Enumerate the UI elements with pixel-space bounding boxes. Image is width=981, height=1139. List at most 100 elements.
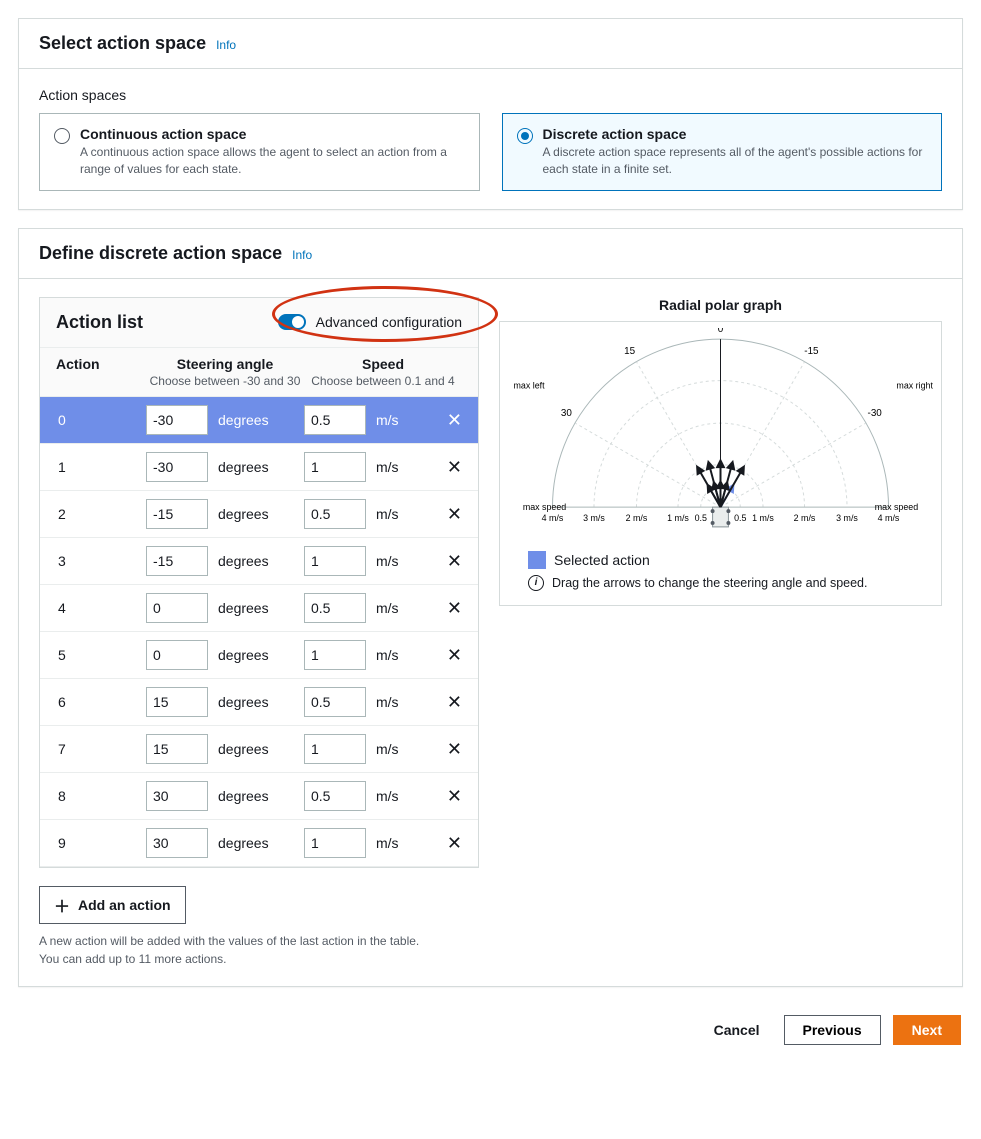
table-row[interactable]: 7 degrees m/s ✕ <box>40 726 478 773</box>
delete-row-icon[interactable]: ✕ <box>447 458 462 476</box>
delete-row-icon[interactable]: ✕ <box>447 646 462 664</box>
svg-text:1 m/s: 1 m/s <box>667 513 689 523</box>
radio-title: Continuous action space <box>80 126 465 142</box>
radial-title: Radial polar graph <box>499 297 942 313</box>
ms-unit: m/s <box>376 694 399 710</box>
next-button[interactable]: Next <box>893 1015 961 1045</box>
speed-cell: m/s ✕ <box>304 640 462 670</box>
degrees-unit: degrees <box>218 694 269 710</box>
svg-text:15: 15 <box>624 346 635 357</box>
row-index: 3 <box>56 553 146 569</box>
svg-text:0.5: 0.5 <box>734 513 746 523</box>
steering-cell: degrees <box>146 640 304 670</box>
info-link[interactable]: Info <box>292 248 312 262</box>
define-discrete-action-space-panel: Define discrete action space Info Action… <box>18 228 963 987</box>
table-row[interactable]: 2 degrees m/s ✕ <box>40 491 478 538</box>
steering-input[interactable] <box>146 687 208 717</box>
speed-input[interactable] <box>304 593 366 623</box>
steering-input[interactable] <box>146 640 208 670</box>
table-row[interactable]: 9 degrees m/s ✕ <box>40 820 478 867</box>
steering-input[interactable] <box>146 781 208 811</box>
degrees-unit: degrees <box>218 412 269 428</box>
table-row[interactable]: 0 degrees m/s ✕ <box>40 397 478 444</box>
speed-input[interactable] <box>304 781 366 811</box>
table-row[interactable]: 4 degrees m/s ✕ <box>40 585 478 632</box>
add-action-button[interactable]: ＋ Add an action <box>39 886 186 924</box>
advanced-toggle-label: Advanced configuration <box>316 314 462 330</box>
col-speed: Speed <box>304 356 462 372</box>
delete-row-icon[interactable]: ✕ <box>447 411 462 429</box>
ms-unit: m/s <box>376 647 399 663</box>
svg-text:4 m/s: 4 m/s <box>542 513 564 523</box>
row-index: 6 <box>56 694 146 710</box>
steering-input[interactable] <box>146 405 208 435</box>
ms-unit: m/s <box>376 600 399 616</box>
speed-input[interactable] <box>304 452 366 482</box>
advanced-toggle[interactable] <box>278 314 306 330</box>
steering-cell: degrees <box>146 405 304 435</box>
row-index: 5 <box>56 647 146 663</box>
steering-cell: degrees <box>146 452 304 482</box>
action-list-box: Action list Advanced configuration Actio… <box>39 297 479 868</box>
cancel-button[interactable]: Cancel <box>702 1015 772 1045</box>
speed-input[interactable] <box>304 687 366 717</box>
delete-row-icon[interactable]: ✕ <box>447 505 462 523</box>
degrees-unit: degrees <box>218 600 269 616</box>
speed-input[interactable] <box>304 546 366 576</box>
svg-text:2 m/s: 2 m/s <box>794 513 816 523</box>
col-speed-sub: Choose between 0.1 and 4 <box>304 374 462 388</box>
steering-input[interactable] <box>146 593 208 623</box>
speed-input[interactable] <box>304 405 366 435</box>
selected-swatch <box>528 551 546 569</box>
table-row[interactable]: 6 degrees m/s ✕ <box>40 679 478 726</box>
row-index: 8 <box>56 788 146 804</box>
panel-body: Action list Advanced configuration Actio… <box>19 279 962 986</box>
radio-desc: A discrete action space represents all o… <box>543 144 928 178</box>
delete-row-icon[interactable]: ✕ <box>447 787 462 805</box>
radio-icon <box>54 128 70 144</box>
steering-input[interactable] <box>146 734 208 764</box>
radio-icon <box>517 128 533 144</box>
action-spaces-label: Action spaces <box>39 87 942 103</box>
table-row[interactable]: 8 degrees m/s ✕ <box>40 773 478 820</box>
svg-text:max right: max right <box>896 380 933 390</box>
table-body: 0 degrees m/s ✕ 1 degrees m/s ✕ 2 degree… <box>40 397 478 867</box>
delete-row-icon[interactable]: ✕ <box>447 599 462 617</box>
delete-row-icon[interactable]: ✕ <box>447 552 462 570</box>
info-icon: i <box>528 575 544 591</box>
speed-input[interactable] <box>304 499 366 529</box>
row-index: 4 <box>56 600 146 616</box>
speed-cell: m/s ✕ <box>304 781 462 811</box>
svg-text:4 m/s: 4 m/s <box>878 513 900 523</box>
delete-row-icon[interactable]: ✕ <box>447 693 462 711</box>
steering-input[interactable] <box>146 828 208 858</box>
delete-row-icon[interactable]: ✕ <box>447 834 462 852</box>
table-header: Action Steering angle Choose between -30… <box>40 347 478 397</box>
radial-polar-graph[interactable]: 0 15 -15 30 -30 max left max right max s… <box>508 328 933 538</box>
speed-input[interactable] <box>304 640 366 670</box>
radial-box: 0 15 -15 30 -30 max left max right max s… <box>499 321 942 606</box>
delete-row-icon[interactable]: ✕ <box>447 740 462 758</box>
steering-input[interactable] <box>146 499 208 529</box>
speed-cell: m/s ✕ <box>304 828 462 858</box>
svg-text:0.5: 0.5 <box>695 513 707 523</box>
action-space-options: Continuous action space A continuous act… <box>39 113 942 191</box>
steering-cell: degrees <box>146 781 304 811</box>
table-row[interactable]: 1 degrees m/s ✕ <box>40 444 478 491</box>
info-link[interactable]: Info <box>216 38 236 52</box>
speed-input[interactable] <box>304 828 366 858</box>
radio-continuous[interactable]: Continuous action space A continuous act… <box>39 113 480 191</box>
speed-input[interactable] <box>304 734 366 764</box>
degrees-unit: degrees <box>218 788 269 804</box>
table-row[interactable]: 3 degrees m/s ✕ <box>40 538 478 585</box>
table-row[interactable]: 5 degrees m/s ✕ <box>40 632 478 679</box>
steering-input[interactable] <box>146 452 208 482</box>
ms-unit: m/s <box>376 506 399 522</box>
svg-text:30: 30 <box>561 408 572 419</box>
add-action-hint-1: A new action will be added with the valu… <box>39 932 479 950</box>
radio-discrete[interactable]: Discrete action space A discrete action … <box>502 113 943 191</box>
col-steering-sub: Choose between -30 and 30 <box>146 374 304 388</box>
steering-input[interactable] <box>146 546 208 576</box>
previous-button[interactable]: Previous <box>784 1015 881 1045</box>
steering-cell: degrees <box>146 734 304 764</box>
